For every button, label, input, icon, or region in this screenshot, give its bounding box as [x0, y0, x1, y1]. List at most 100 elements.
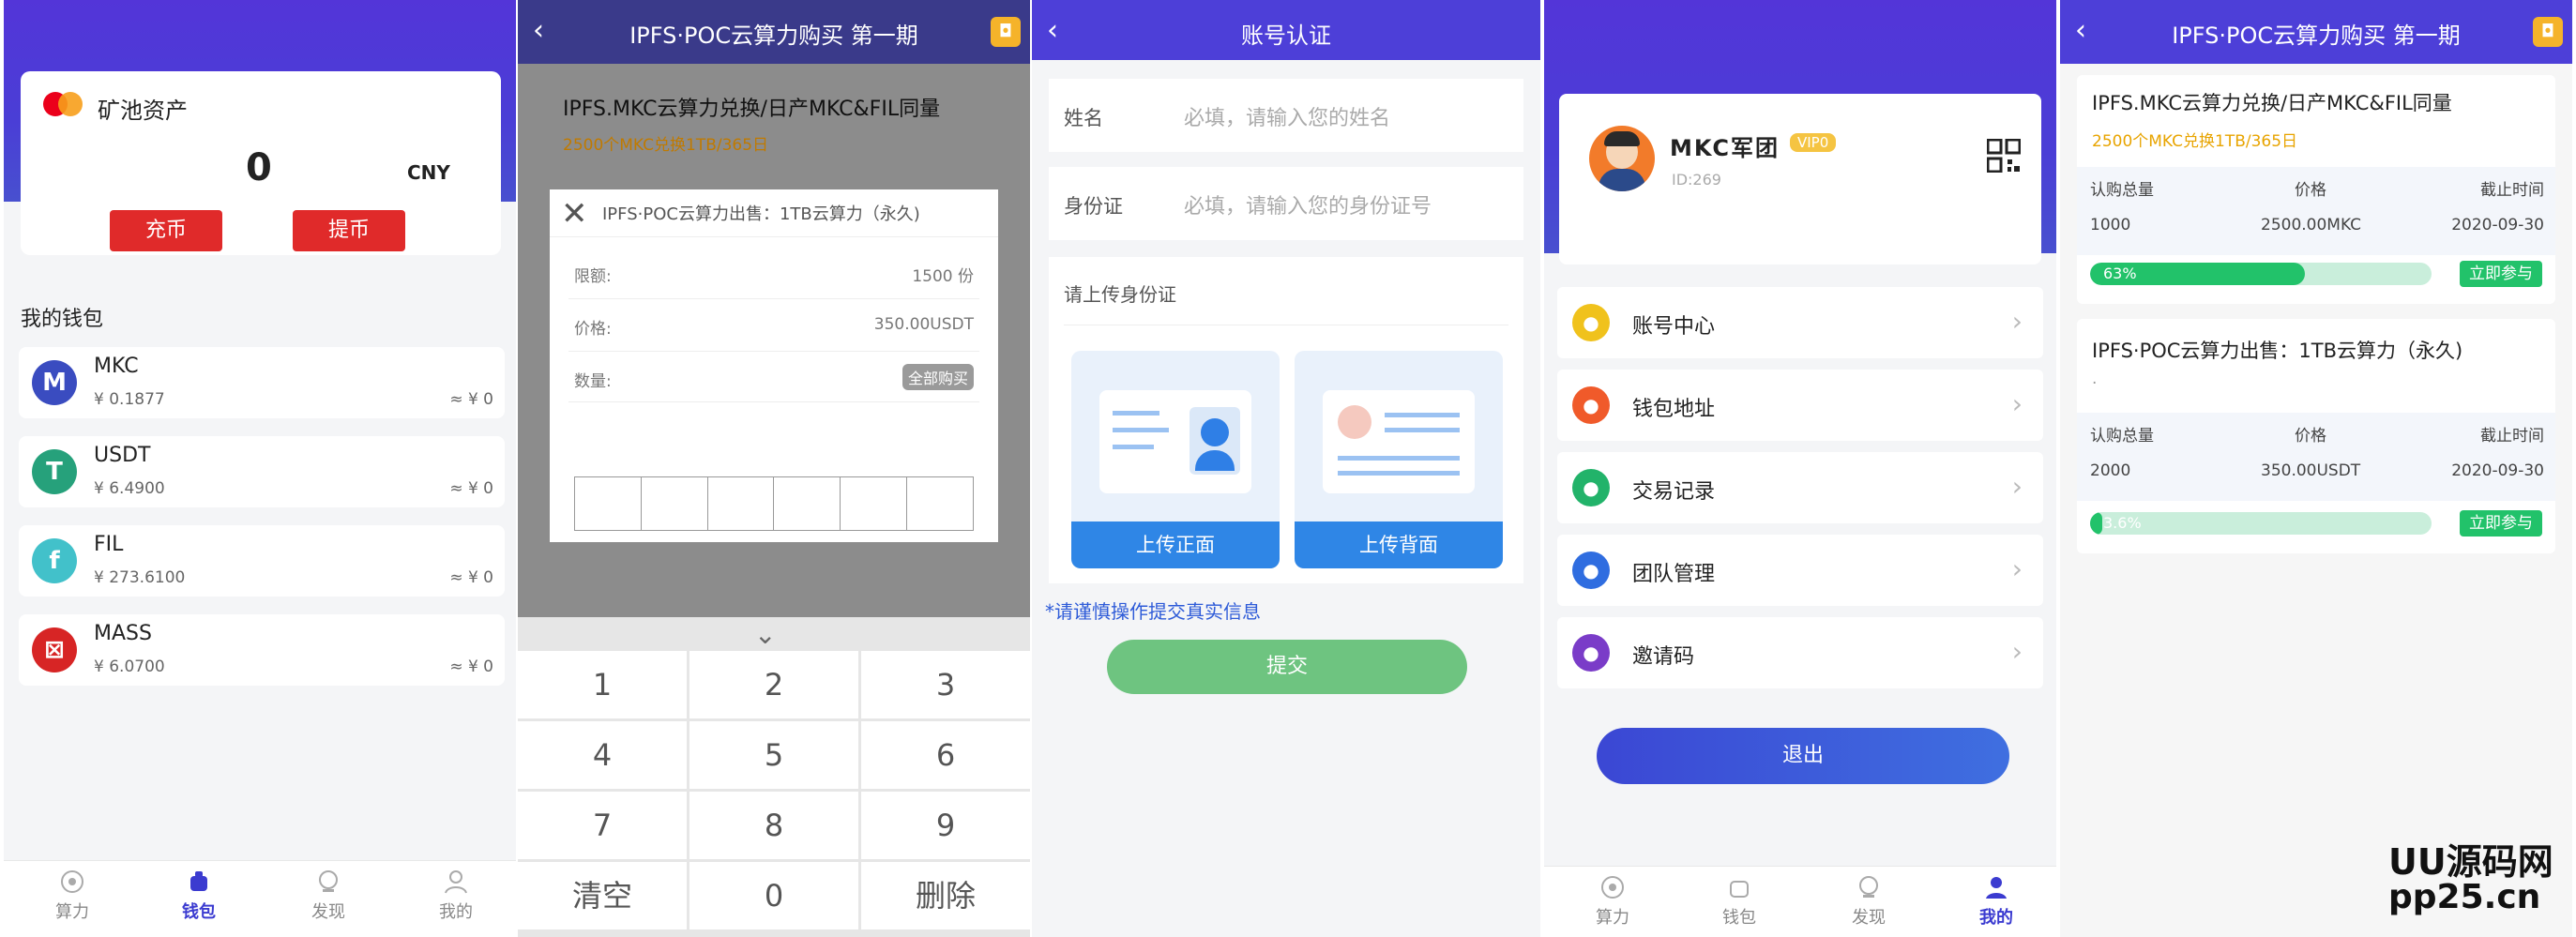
value-deadline: 2020-09-30 [2451, 461, 2544, 480]
user-icon [443, 869, 469, 895]
tab-label: 我的 [1979, 908, 2013, 928]
wallet-item[interactable]: M MKC ¥ 0.1877 ≈ ¥ 0 [19, 347, 505, 418]
mkc-icon: M [32, 360, 77, 405]
page-title: 账号认证 [1241, 23, 1331, 49]
tab-wallet[interactable]: 钱包 [152, 869, 246, 923]
withdraw-button[interactable]: 提币 [293, 210, 405, 251]
upload-front-card[interactable]: 上传正面 [1071, 351, 1280, 568]
id-input[interactable]: 必填，请输入您的身份证号 [1184, 189, 1432, 219]
keypad-key[interactable]: 6 [861, 721, 1030, 789]
password-boxes[interactable] [574, 476, 974, 531]
product-card[interactable]: IPFS·POC云算力出售：1TB云算力（永久) . 认购总量 价格 截止时间 … [2077, 319, 2555, 553]
gift-icon[interactable]: ◘ [2533, 17, 2563, 47]
header-price: 价格 [2295, 181, 2326, 200]
name-input[interactable]: 必填，请输入您的姓名 [1184, 101, 1390, 131]
progress-bar: 3.6% [2090, 512, 2432, 535]
upload-back-card[interactable]: 上传背面 [1295, 351, 1503, 568]
usdt-icon: T [32, 449, 77, 494]
join-button[interactable]: 立即参与 [2460, 510, 2542, 537]
keypad-key[interactable]: 删除 [861, 862, 1030, 929]
logout-button[interactable]: 退出 [1597, 728, 2009, 784]
tab-label: 发现 [311, 902, 345, 922]
buy-all-button[interactable]: 全部购买 [902, 364, 974, 390]
watermark-line2: pp25.cn [2388, 878, 2541, 916]
keypad-key[interactable]: 5 [689, 721, 858, 789]
top-nav: ‹ IPFS·POC云算力购买 第一期 ◘ [2060, 0, 2572, 64]
wallet-item[interactable]: ⊠ MASS ¥ 6.0700 ≈ ¥ 0 [19, 614, 505, 686]
buy-screen: ‹ IPFS·POC云算力购买 第一期 ◘ IPFS.MKC云算力兑换/日产MK… [518, 0, 1030, 937]
keypad-key[interactable]: 7 [518, 792, 687, 859]
keypad-key[interactable]: 2 [689, 651, 858, 718]
gift-icon[interactable]: ◘ [991, 17, 1021, 47]
chevron-right-icon: › [2011, 306, 2023, 337]
menu-item[interactable]: ● 账号中心 › [1557, 287, 2043, 358]
value-price: 350.00USDT [2261, 461, 2361, 480]
keypad-key[interactable]: 清空 [518, 862, 687, 929]
product-info-table: 认购总量 价格 截止时间 1000 2500.00MKC 2020-09-30 [2077, 167, 2555, 255]
hashrate-icon [1599, 874, 1626, 900]
qrcode-icon[interactable] [1986, 138, 2022, 174]
coin-price: ¥ 6.0700 [94, 657, 165, 676]
coin-value: ≈ ¥ 0 [449, 657, 493, 676]
tab-label: 发现 [1852, 908, 1886, 928]
bottom-tabbar: 算力 钱包 发现 我的 [1544, 866, 2056, 937]
product-title: IPFS.MKC云算力兑换/日产MKC&FIL同量 [2092, 92, 2452, 114]
tab-mine[interactable]: 我的 [409, 869, 503, 923]
chevron-right-icon: › [2011, 471, 2023, 502]
upload-front-button[interactable]: 上传正面 [1071, 521, 1280, 568]
product-sub: . [2092, 370, 2098, 388]
pin-box [774, 477, 841, 530]
wallet-icon: ● [1572, 386, 1610, 424]
tab-discover[interactable]: 发现 [281, 869, 375, 923]
chevron-down-icon[interactable]: ⌄ [754, 619, 776, 650]
recharge-button[interactable]: 充币 [110, 210, 222, 251]
wallet-section-title: 我的钱包 [21, 308, 104, 331]
wallet-tab-icon [186, 869, 212, 895]
keypad-key[interactable]: 1 [518, 651, 687, 718]
keypad-key[interactable]: 3 [861, 651, 1030, 718]
value-deadline: 2020-09-30 [2451, 216, 2544, 234]
divider [568, 401, 979, 402]
chevron-right-icon: › [2011, 636, 2023, 667]
progress-label: 3.6% [2103, 514, 2142, 532]
pin-box [907, 477, 973, 530]
divider [568, 298, 979, 299]
menu-label: 邀请码 [1632, 645, 1695, 669]
keypad-key[interactable]: 9 [861, 792, 1030, 859]
bottom-tabbar: 算力 钱包 发现 我的 [4, 860, 516, 937]
tab-hashrate[interactable]: 算力 [1566, 874, 1659, 929]
keypad-key[interactable]: 0 [689, 862, 858, 929]
tab-hashrate[interactable]: 算力 [25, 869, 119, 923]
close-icon[interactable]: ✕ [561, 195, 588, 233]
coin-price: ¥ 0.1877 [94, 390, 165, 409]
keypad-key[interactable]: 8 [689, 792, 858, 859]
asset-card: 矿池资产 0 CNY 充币 提币 [21, 71, 501, 255]
tab-mine[interactable]: 我的 [1949, 874, 2043, 929]
asset-title: 矿池资产 [98, 98, 188, 124]
menu-item[interactable]: ● 钱包地址 › [1557, 370, 2043, 441]
tab-discover[interactable]: 发现 [1822, 874, 1916, 929]
progress-bar: 63% [2090, 263, 2432, 285]
products-screen: ‹ IPFS·POC云算力购买 第一期 ◘ IPFS.MKC云算力兑换/日产MK… [2060, 0, 2572, 937]
upload-back-button[interactable]: 上传背面 [1295, 521, 1503, 568]
id-label: 身份证 [1064, 195, 1123, 218]
product-sub: 2500个MKC兑换1TB/365日 [2092, 132, 2298, 151]
wallet-item[interactable]: T USDT ¥ 6.4900 ≈ ¥ 0 [19, 436, 505, 507]
divider [568, 351, 979, 352]
product-card[interactable]: IPFS.MKC云算力兑换/日产MKC&FIL同量 2500个MKC兑换1TB/… [2077, 75, 2555, 304]
keypad-key[interactable]: 4 [518, 721, 687, 789]
tab-label: 算力 [55, 902, 89, 922]
vip-badge: VIP0 [1790, 133, 1837, 152]
fil-icon: f [32, 538, 77, 583]
menu-item[interactable]: ● 交易记录 › [1557, 452, 2043, 523]
menu-item[interactable]: ● 邀请码 › [1557, 617, 2043, 688]
limit-label: 限额: [574, 267, 612, 286]
submit-button[interactable]: 提交 [1107, 640, 1467, 694]
top-nav: ‹ IPFS·POC云算力购买 第一期 ◘ [518, 0, 1030, 64]
menu-item[interactable]: ● 团队管理 › [1557, 535, 2043, 606]
menu-label: 交易记录 [1632, 480, 1716, 504]
join-button[interactable]: 立即参与 [2460, 261, 2542, 287]
tab-wallet[interactable]: 钱包 [1692, 874, 1786, 929]
wallet-item[interactable]: f FIL ¥ 273.6100 ≈ ¥ 0 [19, 525, 505, 597]
coin-value: ≈ ¥ 0 [449, 479, 493, 498]
